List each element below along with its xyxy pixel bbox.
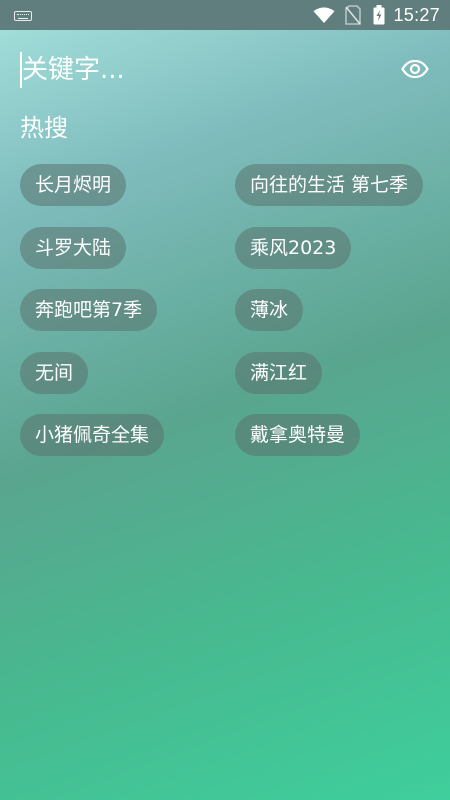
hot-search-tag[interactable]: 斗罗大陆 <box>20 227 127 269</box>
visibility-toggle-button[interactable] <box>398 54 432 84</box>
hot-search-tag[interactable]: 奔跑吧第7季 <box>20 289 158 331</box>
keyboard-icon <box>14 11 32 21</box>
eye-icon <box>401 60 429 78</box>
status-time: 15:27 <box>393 4 440 25</box>
search-bar <box>0 40 450 100</box>
hot-search-tag[interactable]: 薄冰 <box>235 289 304 331</box>
battery-charging-icon <box>373 5 385 25</box>
no-sim-icon <box>345 5 362 25</box>
hot-search-title: 热搜 <box>20 114 68 142</box>
hot-search-tag[interactable]: 无间 <box>20 352 89 394</box>
hot-search-tag[interactable]: 戴拿奥特曼 <box>235 414 361 456</box>
hot-search-tag[interactable]: 乘风2023 <box>235 227 352 269</box>
hot-search-tag[interactable]: 小猪佩奇全集 <box>20 414 165 456</box>
status-bar: 15:27 <box>0 0 450 30</box>
status-icons: 15:27 <box>313 0 440 30</box>
wifi-icon <box>313 6 335 23</box>
search-input[interactable] <box>22 50 382 90</box>
hot-search-tag[interactable]: 长月烬明 <box>20 164 127 206</box>
hot-search-tag[interactable]: 向往的生活 第七季 <box>235 164 424 206</box>
hot-search-tag[interactable]: 满江红 <box>235 352 323 394</box>
